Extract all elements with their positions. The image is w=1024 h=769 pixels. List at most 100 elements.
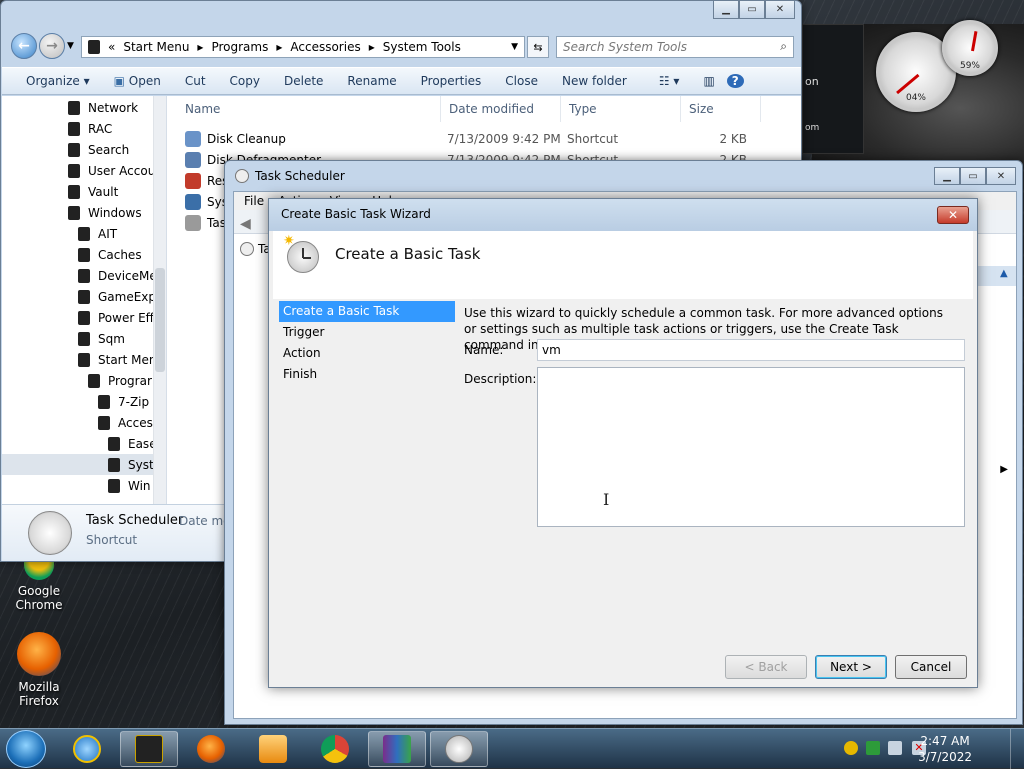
back-button[interactable]: ← [11, 33, 37, 59]
tree-item[interactable]: Prograr [2, 370, 166, 391]
actions-pane-header[interactable]: ▲ [978, 266, 1016, 286]
tree-item-label: Prograr [108, 373, 152, 388]
taskbar-cpu-z[interactable] [120, 731, 178, 767]
tree-item[interactable]: Start Men [2, 349, 166, 370]
tree-item[interactable]: GameExp [2, 286, 166, 307]
tree-item[interactable]: Caches [2, 244, 166, 265]
tree-item[interactable]: Windows [2, 202, 166, 223]
crumb[interactable]: System Tools [383, 40, 461, 54]
address-dropdown-icon[interactable]: ▼ [511, 42, 518, 52]
cut-button[interactable]: Cut [173, 74, 218, 88]
tree-item[interactable]: Power Eff [2, 307, 166, 328]
close-button[interactable]: ✕ [986, 167, 1016, 185]
menu-file[interactable]: File [244, 194, 264, 208]
memory-gauge[interactable]: 59% [942, 20, 998, 76]
show-desktop-button[interactable] [1010, 729, 1024, 769]
next-button[interactable]: Next > [815, 655, 887, 679]
crumb-separator[interactable]: ▸ [369, 40, 375, 54]
tray-network-icon[interactable] [844, 741, 858, 755]
refresh-button[interactable]: ⇆ [527, 36, 549, 58]
minimize-button[interactable]: ▁ [713, 1, 739, 19]
cancel-button[interactable]: Cancel [895, 655, 967, 679]
tree-item[interactable]: RAC [2, 118, 166, 139]
start-button[interactable] [6, 730, 46, 768]
chrome-desktop-icon[interactable]: Google Chrome [4, 560, 74, 612]
wizard-close-button[interactable]: ✕ [937, 206, 969, 224]
step-action[interactable]: Action [279, 343, 455, 364]
step-trigger[interactable]: Trigger [279, 322, 455, 343]
explorer-caption-buttons: ▁ ▭ ✕ [713, 1, 795, 19]
details-name: Task Scheduler [86, 513, 184, 528]
back-button[interactable]: < Back [725, 655, 807, 679]
organize-menu[interactable]: Organize ▾ [2, 74, 102, 88]
properties-button[interactable]: Properties [409, 74, 494, 88]
recent-pages-icon[interactable]: ▼ [67, 41, 74, 51]
column-size[interactable]: Size [681, 96, 761, 122]
tree-item-label: Power Eff [98, 310, 154, 325]
crumb[interactable]: Accessories [290, 40, 360, 54]
tree-item[interactable]: 7-Zip [2, 391, 166, 412]
crumb[interactable]: Programs [211, 40, 268, 54]
tree-item[interactable]: Vault [2, 181, 166, 202]
copy-button[interactable]: Copy [218, 74, 272, 88]
tree-item[interactable]: Syst [2, 454, 166, 475]
tree-item[interactable]: AIT [2, 223, 166, 244]
help-icon[interactable]: ? [726, 74, 744, 88]
taskbar-chrome[interactable] [306, 731, 364, 767]
tree-item[interactable]: Ease [2, 433, 166, 454]
tree-item[interactable]: Network [2, 97, 166, 118]
maximize-button[interactable]: ▭ [739, 1, 765, 19]
maximize-button[interactable]: ▭ [960, 167, 986, 185]
collapse-icon[interactable]: ▲ [1000, 268, 1008, 279]
tree-item[interactable]: DeviceMe [2, 265, 166, 286]
expand-arrow-icon[interactable]: ▶ [1000, 464, 1008, 475]
scrollbar-thumb[interactable] [155, 268, 165, 372]
crumb-separator[interactable]: ▸ [276, 40, 282, 54]
taskbar-media[interactable] [244, 731, 302, 767]
tree-item[interactable]: Sqm [2, 328, 166, 349]
preview-pane-icon[interactable]: ▥ [691, 74, 726, 88]
crumb-separator[interactable]: ▸ [197, 40, 203, 54]
step-create-basic-task[interactable]: Create a Basic Task [279, 301, 455, 322]
ts-tree-root[interactable]: Ta [240, 242, 271, 256]
crumb[interactable]: « [108, 40, 115, 54]
shortcut-icon [185, 214, 201, 231]
name-field[interactable]: vm [537, 339, 965, 361]
tray-monitor-icon[interactable] [888, 741, 902, 755]
system-clock[interactable]: 2:47 AM 3/7/2022 [918, 733, 972, 765]
file-row[interactable]: Disk Cleanup 7/13/2009 9:42 PM Shortcut 2 K… [185, 128, 785, 149]
address-bar[interactable]: « Start Menu ▸ Programs ▸ Accessories ▸ … [81, 36, 525, 58]
crumb[interactable]: Start Menu [123, 40, 189, 54]
column-name[interactable]: Name [177, 96, 441, 122]
taskbar-firefox[interactable] [182, 731, 240, 767]
column-date[interactable]: Date modified [441, 96, 561, 122]
description-field[interactable] [537, 367, 965, 527]
step-finish[interactable]: Finish [279, 364, 455, 385]
close-button[interactable]: ✕ [765, 1, 795, 19]
tree-item[interactable]: Search [2, 139, 166, 160]
view-options-icon[interactable]: ☷ ▾ [639, 74, 692, 88]
folder-icon [78, 352, 90, 367]
tree-item[interactable]: Acces [2, 412, 166, 433]
taskbar-winrar[interactable] [368, 731, 426, 767]
open-button[interactable]: ▣ Open [102, 74, 173, 88]
back-arrow-icon[interactable]: ◀ [240, 216, 251, 232]
forward-button[interactable]: → [39, 33, 65, 59]
delete-button[interactable]: Delete [272, 74, 335, 88]
new-folder-button[interactable]: New folder [550, 74, 639, 88]
wizard-header: ✷ Create a Basic Task [273, 231, 973, 299]
rename-button[interactable]: Rename [335, 74, 408, 88]
column-type[interactable]: Type [561, 96, 681, 122]
tray-security-icon[interactable] [866, 741, 880, 755]
taskbar-task-scheduler[interactable] [430, 731, 488, 767]
tree-item[interactable]: User Accou [2, 160, 166, 181]
firefox-desktop-icon[interactable]: Mozilla Firefox [4, 632, 74, 708]
tree-scrollbar[interactable] [153, 96, 166, 504]
folder-icon [108, 436, 120, 451]
taskbar-ie[interactable] [58, 731, 116, 767]
tree-item[interactable]: Win [2, 475, 166, 496]
close-command-button[interactable]: Close [493, 74, 550, 88]
search-icon[interactable]: ⌕ [780, 39, 787, 54]
minimize-button[interactable]: ▁ [934, 167, 960, 185]
search-input[interactable]: Search System Tools ⌕ [556, 36, 794, 58]
